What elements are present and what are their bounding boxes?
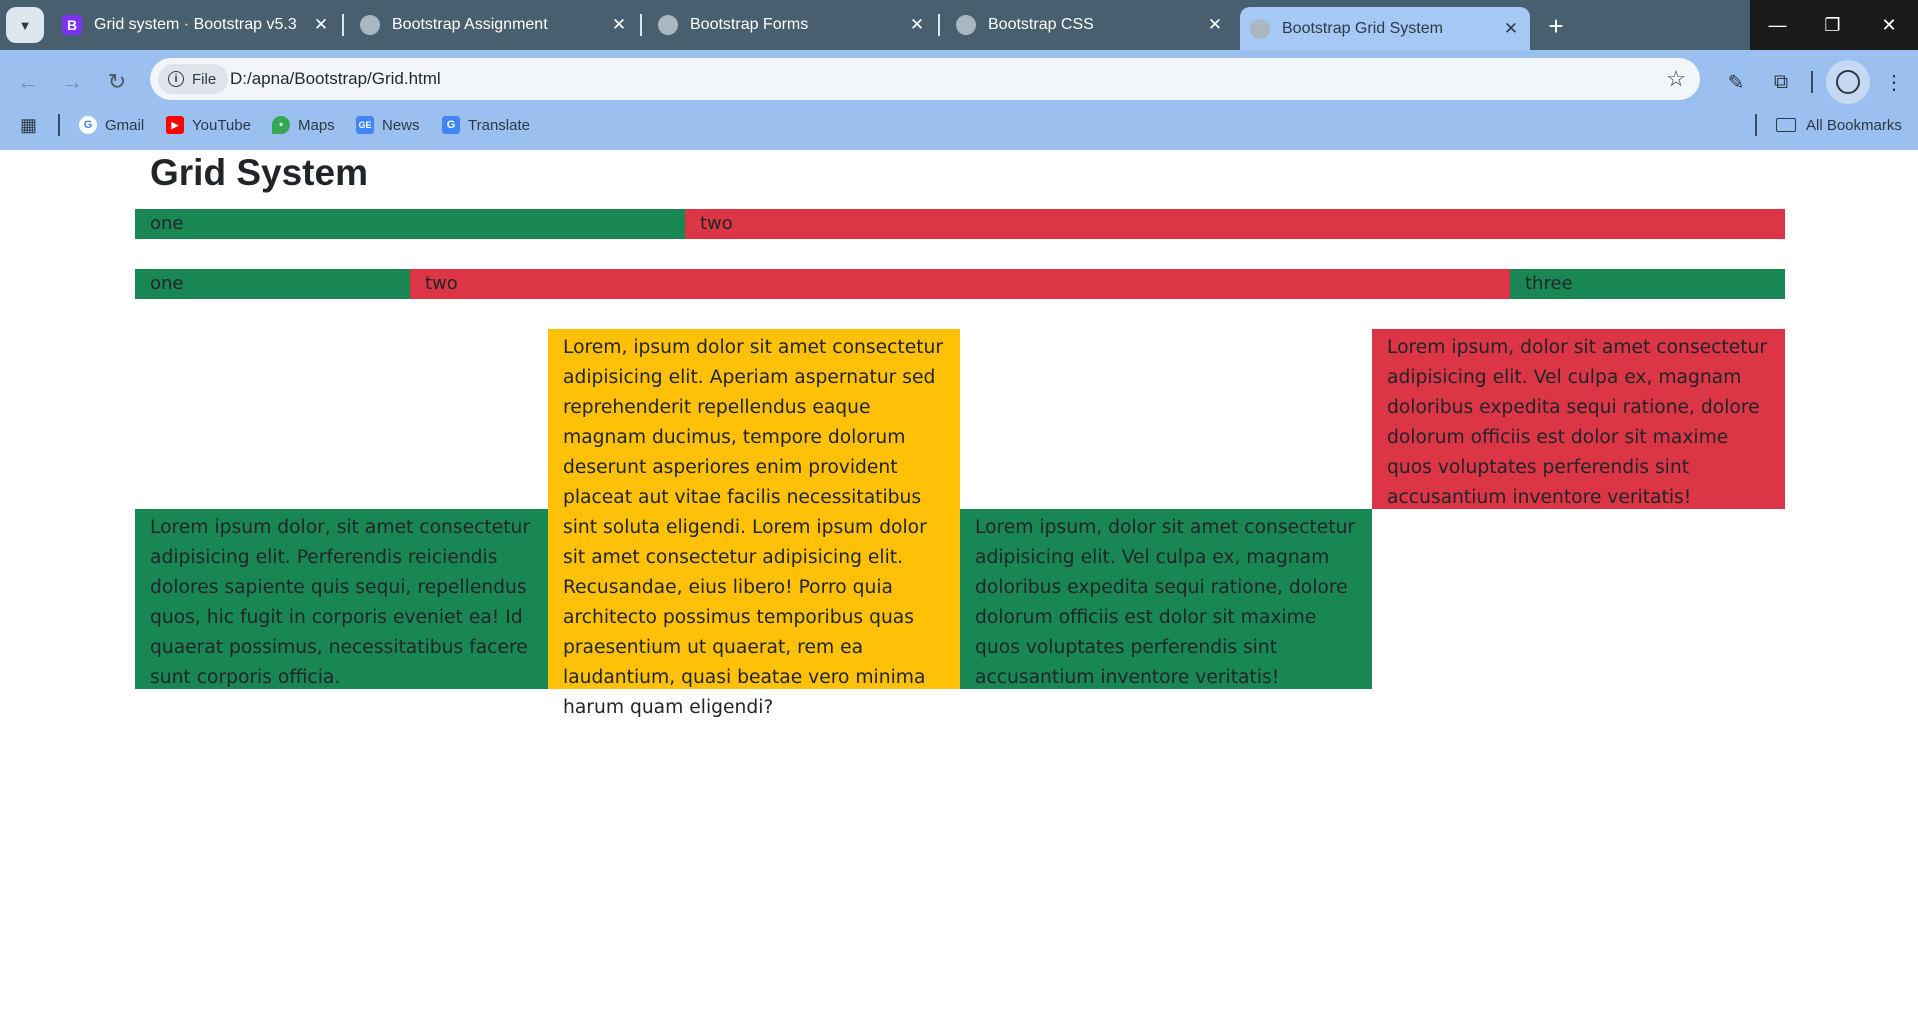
globe-icon <box>658 15 678 35</box>
bookmarks-separator <box>58 114 60 136</box>
extensions-icon[interactable]: ⧉ <box>1763 64 1799 100</box>
bookmark-news[interactable]: GE News <box>356 112 420 138</box>
restore-button[interactable]: ❐ <box>1805 0 1860 50</box>
apps-grid-icon: ▦ <box>20 114 38 135</box>
maps-icon: • <box>272 116 290 134</box>
url-text[interactable]: D:/apna/Bootstrap/Grid.html <box>230 69 441 89</box>
tab-title: Bootstrap Assignment <box>392 16 548 33</box>
close-icon: ✕ <box>1881 14 1897 35</box>
grid-row-1: one two <box>135 209 1785 239</box>
star-icon[interactable]: ☆ <box>1666 66 1686 92</box>
globe-icon <box>956 15 976 35</box>
tab-strip: ▼ B Grid system · Bootstrap v5.3 ✕ Boots… <box>0 0 1918 50</box>
yellow-text-column: Lorem, ipsum dolor sit amet consectetur … <box>548 329 960 718</box>
tab-title: Bootstrap CSS <box>988 16 1094 33</box>
youtube-icon: ▶ <box>166 116 184 134</box>
tab-bootstrap-forms[interactable]: Bootstrap Forms ✕ <box>648 7 936 43</box>
back-button[interactable]: ← <box>10 64 46 100</box>
bookmark-label: Gmail <box>105 116 145 134</box>
arrow-right-icon: → <box>61 69 83 94</box>
site-info-chip[interactable]: i File <box>158 64 229 94</box>
bookmarks-bar: ▦ G Gmail ▶ YouTube • Maps GE News G Tra… <box>0 112 1918 138</box>
forward-button[interactable]: → <box>54 64 90 100</box>
all-bookmarks-label: All Bookmarks <box>1806 116 1902 134</box>
news-icon: GE <box>356 116 374 134</box>
toolbar-separator <box>1811 71 1813 93</box>
tab-bootstrap-css[interactable]: Bootstrap CSS ✕ <box>946 7 1234 43</box>
google-icon: G <box>79 116 97 134</box>
bookmark-label: News <box>382 116 420 134</box>
translate-icon: G <box>442 116 460 134</box>
tab-search-button[interactable]: ▼ <box>6 7 44 43</box>
profile-button[interactable] <box>1826 60 1870 104</box>
globe-icon <box>360 15 380 35</box>
grid-cell-two: two <box>410 269 1510 299</box>
arrow-left-icon: ← <box>17 69 39 94</box>
tab-bootstrap-assignment[interactable]: Bootstrap Assignment ✕ <box>350 7 638 43</box>
chevron-down-icon: ▼ <box>18 17 32 33</box>
grid-cell-one: one <box>135 269 410 299</box>
close-icon[interactable]: ✕ <box>608 14 630 36</box>
tab-separator <box>342 14 344 36</box>
info-icon: i <box>168 71 184 87</box>
tab-bootstrap-grid-system[interactable]: Bootstrap Grid System ✕ <box>1240 7 1530 50</box>
bookmark-youtube[interactable]: ▶ YouTube <box>166 112 251 138</box>
restore-icon: ❐ <box>1824 14 1841 35</box>
close-window-button[interactable]: ✕ <box>1860 0 1918 50</box>
new-tab-button[interactable]: + <box>1540 10 1572 42</box>
apps-button[interactable]: ▦ <box>20 112 37 138</box>
tab-title: Grid system · Bootstrap v5.3 <box>94 16 297 33</box>
browser-toolbar: ← → ↻ i File D:/apna/Bootstrap/Grid.html… <box>0 50 1918 150</box>
minimize-icon: — <box>1768 14 1787 35</box>
globe-icon <box>1250 18 1270 39</box>
menu-icon[interactable]: ⋮ <box>1876 64 1912 100</box>
page-content: Grid System one two one two three Lorem,… <box>0 150 1918 1016</box>
chip-label: File <box>192 70 217 88</box>
eyedropper-icon[interactable]: ✎ <box>1718 64 1754 100</box>
green-text-column-right: Lorem ipsum, dolor sit amet consectetur … <box>960 509 1372 689</box>
page-title: Grid System <box>150 152 368 193</box>
bookmark-label: YouTube <box>192 116 251 134</box>
all-bookmarks-button[interactable]: All Bookmarks <box>1776 112 1902 138</box>
grid-cell-three: three <box>1510 269 1785 299</box>
avatar-icon <box>1836 70 1860 94</box>
bootstrap-icon: B <box>62 15 82 35</box>
reload-button[interactable]: ↻ <box>99 64 135 100</box>
bookmark-translate[interactable]: G Translate <box>442 112 530 138</box>
tab-separator <box>938 14 940 36</box>
bookmark-label: Maps <box>298 116 335 134</box>
tab-title: Bootstrap Grid System <box>1282 19 1443 37</box>
red-text-column: Lorem ipsum, dolor sit amet consectetur … <box>1372 329 1785 509</box>
bookmark-maps[interactable]: • Maps <box>272 112 335 138</box>
reload-icon: ↻ <box>107 69 127 94</box>
folder-icon <box>1776 118 1796 132</box>
tab-separator <box>640 14 642 36</box>
address-bar[interactable]: i File D:/apna/Bootstrap/Grid.html ☆ <box>150 58 1700 100</box>
green-text-column-left: Lorem ipsum dolor, sit amet consectetur … <box>135 509 548 689</box>
close-icon[interactable]: ✕ <box>1500 18 1522 40</box>
bookmark-gmail[interactable]: G Gmail <box>79 112 144 138</box>
bookmark-label: Translate <box>468 116 530 134</box>
close-icon[interactable]: ✕ <box>310 14 332 36</box>
close-icon[interactable]: ✕ <box>906 14 928 36</box>
tab-title: Bootstrap Forms <box>690 16 809 33</box>
grid-row-2: one two three <box>135 269 1785 299</box>
bookmarks-separator <box>1755 114 1757 136</box>
close-icon[interactable]: ✕ <box>1204 14 1226 36</box>
grid-cell-one: one <box>135 209 685 239</box>
minimize-button[interactable]: — <box>1750 0 1805 50</box>
plus-icon: + <box>1548 10 1564 41</box>
grid-cell-two: two <box>685 209 1785 239</box>
tab-grid-system-bootstrap[interactable]: B Grid system · Bootstrap v5.3 ✕ <box>52 7 340 43</box>
